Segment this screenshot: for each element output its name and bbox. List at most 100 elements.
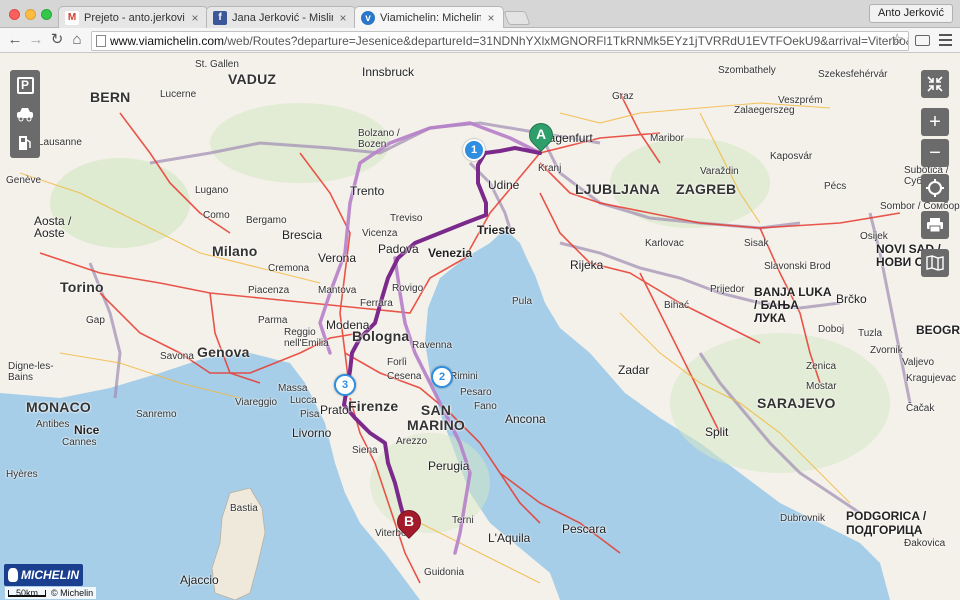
city-label: Ancona bbox=[505, 412, 546, 426]
scale-bar: 50km © Michelin bbox=[5, 587, 97, 599]
city-label: Pesaro bbox=[460, 387, 492, 398]
michelin-logo: MICHELIN bbox=[4, 564, 83, 586]
back-arrow-icon[interactable]: ← bbox=[6, 31, 24, 49]
country-capital-label: BEOGRAD / БЕОГР bbox=[916, 323, 960, 337]
close-tab-icon[interactable]: × bbox=[189, 11, 201, 25]
city-label: Pescara bbox=[562, 522, 607, 536]
close-window-button[interactable] bbox=[9, 9, 20, 20]
city-label: Zalaegerszeg bbox=[734, 105, 795, 116]
start-marker[interactable]: A bbox=[524, 118, 558, 157]
traffic-button[interactable] bbox=[12, 101, 38, 127]
city-label: Bihać bbox=[664, 300, 690, 311]
new-tab-button[interactable] bbox=[503, 11, 531, 25]
city-label: St. Gallen bbox=[195, 59, 239, 70]
city-label: Innsbruck bbox=[362, 65, 415, 79]
city-label: Piacenza bbox=[248, 285, 290, 296]
zoom-in-button[interactable]: + bbox=[921, 108, 949, 136]
city-label: Split bbox=[705, 425, 729, 439]
city-label: Milano bbox=[212, 243, 258, 259]
city-label: Fano bbox=[474, 401, 497, 412]
address-bar[interactable]: www.viamichelin.com/web/Routes?departure… bbox=[91, 31, 909, 51]
city-label: Viareggio bbox=[235, 397, 278, 408]
zoom-out-button[interactable]: − bbox=[921, 139, 949, 167]
city-label: Padova bbox=[378, 242, 419, 256]
zoom-window-button[interactable] bbox=[41, 9, 52, 20]
cast-icon[interactable] bbox=[915, 35, 930, 46]
city-label: Bastia bbox=[230, 503, 258, 514]
tab-facebook[interactable]: f Jana Jerković - Mislim da b × bbox=[206, 6, 356, 28]
city-label: Graz bbox=[612, 91, 634, 102]
city-label: Arezzo bbox=[396, 436, 428, 447]
city-label: Sanremo bbox=[136, 409, 177, 420]
city-label: Genève bbox=[6, 175, 42, 186]
tab-title: Jana Jerković - Mislim da b bbox=[232, 11, 333, 24]
city-label: Verona bbox=[318, 251, 357, 265]
menu-icon[interactable] bbox=[939, 34, 952, 49]
city-label: Massa bbox=[278, 383, 308, 394]
url-path: /web/Routes?departure=Jesenice&departure… bbox=[224, 34, 909, 48]
city-label: Antibes bbox=[36, 419, 70, 430]
page-icon bbox=[96, 35, 106, 47]
browser-toolbar: ← → ↻ ⌂ www.viamichelin.com/web/Routes?d… bbox=[0, 28, 960, 53]
city-label: Ajaccio bbox=[180, 573, 219, 587]
city-label: Gap bbox=[86, 315, 105, 326]
tab-gmail[interactable]: M Prejeto - anto.jerkovic@gm × bbox=[58, 6, 208, 28]
city-label: Mostar bbox=[806, 381, 837, 392]
city-label: Trento bbox=[350, 184, 385, 198]
city-label: Prijedor bbox=[710, 284, 745, 295]
city-label: Karlovac bbox=[645, 238, 684, 249]
waypoint-marker[interactable]: 2 bbox=[431, 366, 453, 388]
waypoint-marker[interactable]: 3 bbox=[334, 374, 356, 396]
city-label: Brescia bbox=[282, 228, 323, 242]
city-label: Siena bbox=[352, 445, 378, 456]
bookmark-star-icon[interactable]: ☆ bbox=[891, 31, 904, 49]
fuel-pump-icon bbox=[19, 136, 31, 150]
waypoint-marker[interactable]: 1 bbox=[463, 139, 485, 161]
close-tab-icon[interactable]: × bbox=[485, 11, 497, 25]
city-label: Kragujevac bbox=[906, 373, 957, 384]
city-label: Aosta / Aoste bbox=[34, 214, 72, 240]
route-map[interactable]: VADUZ BERN LJUBLJANA ZAGREB SARAJEVO MON… bbox=[0, 53, 960, 600]
city-label: Cannes bbox=[62, 437, 97, 448]
city-label: Đakovica bbox=[904, 538, 946, 549]
city-label: Rovigo bbox=[392, 283, 424, 294]
city-label: Veszprém bbox=[778, 95, 823, 106]
city-label: Varaždin bbox=[700, 166, 739, 177]
fullscreen-button[interactable] bbox=[921, 70, 949, 98]
folded-map-icon bbox=[926, 255, 944, 271]
city-label: Lugano bbox=[195, 185, 229, 196]
city-label: Bolzano / Bozen bbox=[358, 128, 400, 150]
city-label: Ferrara bbox=[360, 298, 393, 309]
tab-title: Prejeto - anto.jerkovic@gm bbox=[84, 11, 185, 24]
end-marker-label: B bbox=[403, 513, 415, 529]
city-label: Parma bbox=[258, 315, 288, 326]
forward-arrow-icon[interactable]: → bbox=[27, 31, 45, 49]
close-tab-icon[interactable]: × bbox=[337, 11, 349, 25]
country-capital-label: LJUBLJANA bbox=[575, 181, 661, 197]
city-label: Digne-les-Bains bbox=[8, 361, 54, 383]
reload-icon[interactable]: ↻ bbox=[48, 31, 66, 49]
minus-icon: − bbox=[929, 142, 941, 164]
country-capital-label: PODGORICA / ПОДГОРИЦА bbox=[846, 509, 927, 537]
city-label: Torino bbox=[60, 279, 104, 295]
map-layers-panel: P bbox=[10, 70, 40, 158]
city-label: Lucca bbox=[290, 395, 317, 406]
parking-button[interactable]: P bbox=[12, 72, 38, 98]
profile-button[interactable]: Anto Jerković bbox=[868, 4, 953, 23]
city-label: Zenica bbox=[806, 361, 837, 372]
home-icon[interactable]: ⌂ bbox=[68, 31, 86, 49]
city-label: Pécs bbox=[824, 181, 847, 192]
fuel-station-button[interactable] bbox=[12, 130, 38, 156]
locate-button[interactable] bbox=[921, 174, 949, 202]
tab-viamichelin[interactable]: v Viamichelin: Michelin route × bbox=[354, 6, 504, 29]
minimize-window-button[interactable] bbox=[25, 9, 36, 20]
map-type-button[interactable] bbox=[921, 249, 949, 277]
crosshair-icon bbox=[926, 179, 944, 197]
tab-strip: M Prejeto - anto.jerkovic@gm × f Jana Je… bbox=[0, 0, 960, 29]
city-label: Cesena bbox=[387, 371, 422, 382]
city-label: Nice bbox=[74, 423, 100, 437]
end-marker[interactable]: B bbox=[392, 505, 426, 544]
print-button[interactable] bbox=[921, 211, 949, 239]
url-host: www.viamichelin.com bbox=[110, 34, 225, 48]
country-capital-label: VADUZ bbox=[228, 71, 277, 87]
